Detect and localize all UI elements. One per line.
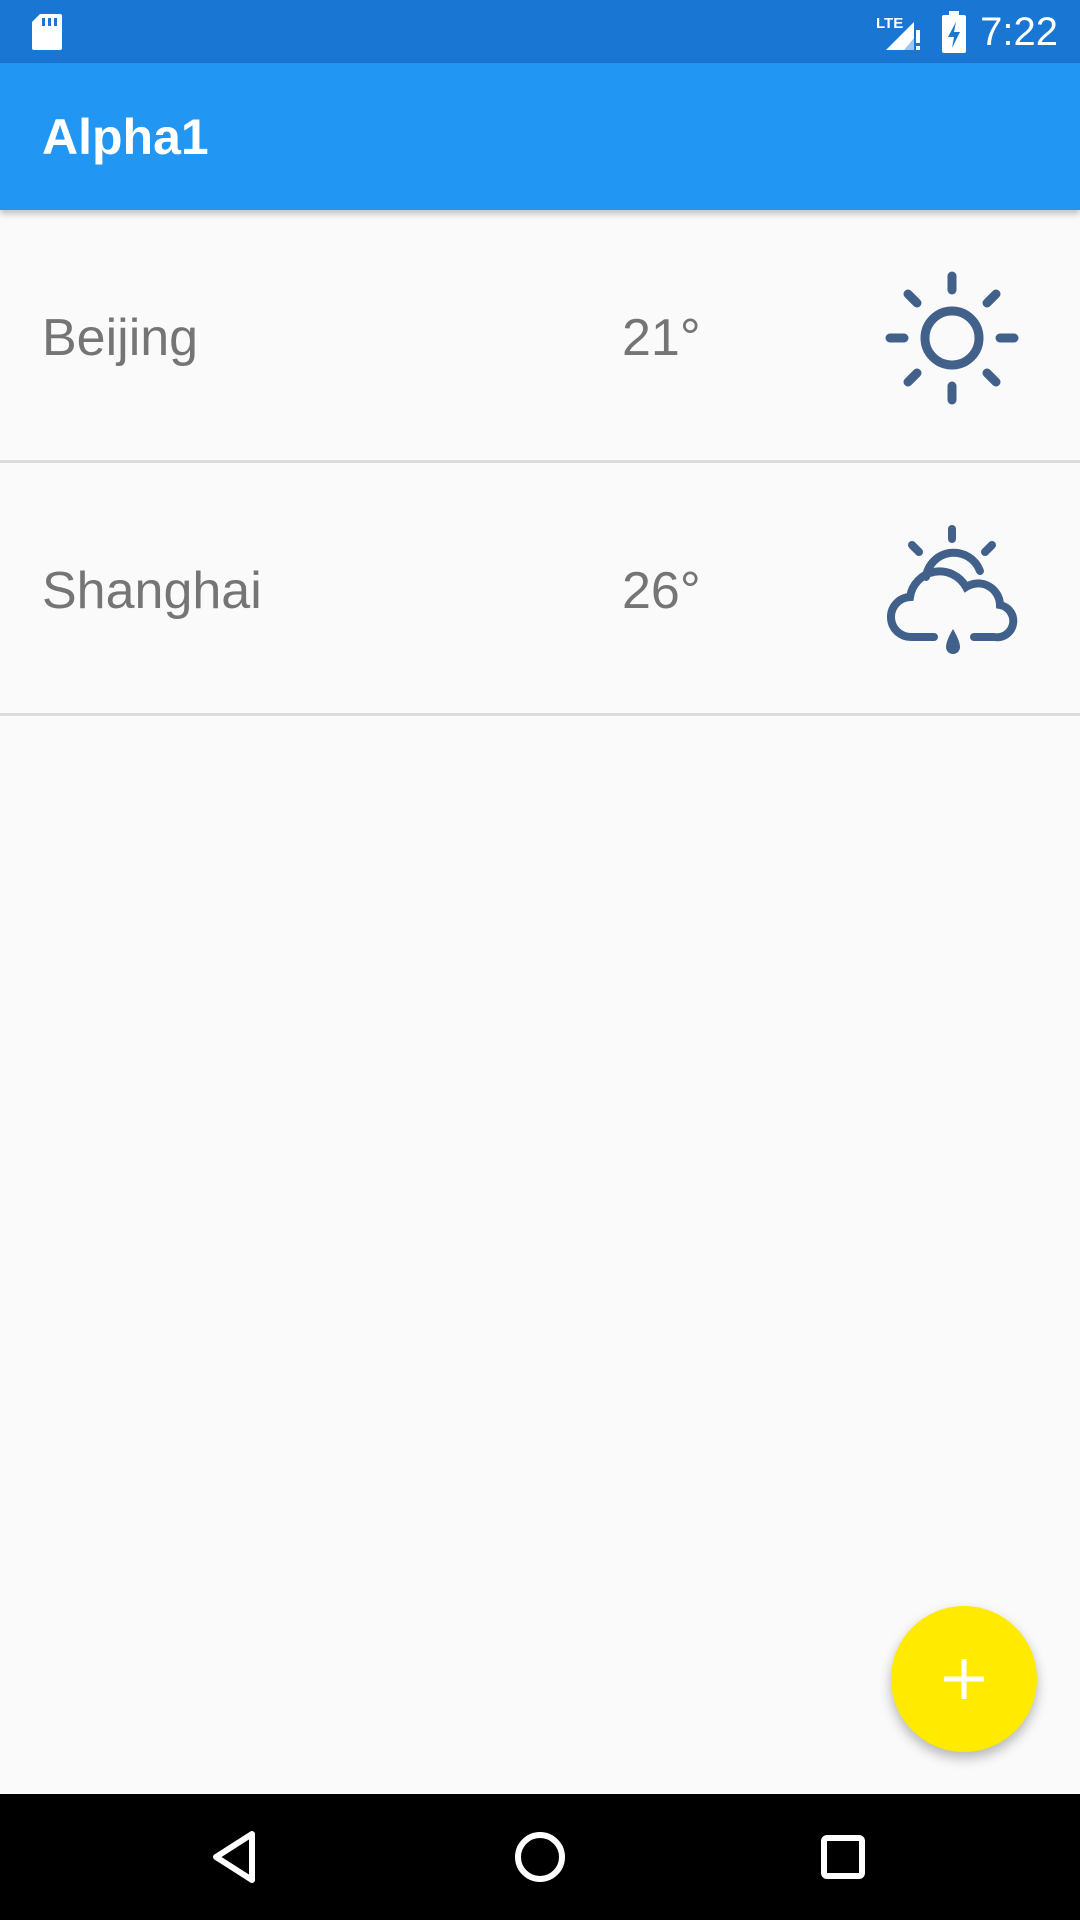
network-label: LTE [876, 15, 903, 32]
city-list: Beijing 21° Shanghai 26° [0, 210, 1080, 716]
sd-card-icon [32, 14, 62, 50]
recent-apps-icon[interactable] [808, 1822, 878, 1892]
status-bar: LTE 7:22 [0, 0, 1080, 63]
home-icon[interactable] [505, 1822, 575, 1892]
app-bar: Alpha1 [0, 63, 1080, 210]
signal-lte-icon: LTE [876, 15, 920, 50]
status-clock: 7:22 [980, 10, 1058, 54]
city-temperature: 26° [622, 562, 701, 620]
app-title: Alpha1 [42, 109, 209, 165]
navigation-bar [0, 1794, 1080, 1920]
battery-charging-icon [942, 11, 966, 53]
add-city-button[interactable] [891, 1606, 1037, 1752]
city-name: Beijing [42, 309, 199, 367]
city-row-shanghai[interactable]: Shanghai 26° [0, 463, 1080, 716]
city-row-beijing[interactable]: Beijing 21° [0, 210, 1080, 463]
screen: LTE 7:22 Alpha1 Beijing 21° Shanghai 26° [0, 0, 1080, 1920]
city-name: Shanghai [42, 562, 262, 620]
city-temperature: 21° [622, 309, 701, 367]
plus-icon [944, 1659, 984, 1699]
back-icon[interactable] [200, 1822, 270, 1892]
partly-cloudy-rain-icon [886, 525, 1018, 654]
sun-icon [885, 271, 1019, 405]
